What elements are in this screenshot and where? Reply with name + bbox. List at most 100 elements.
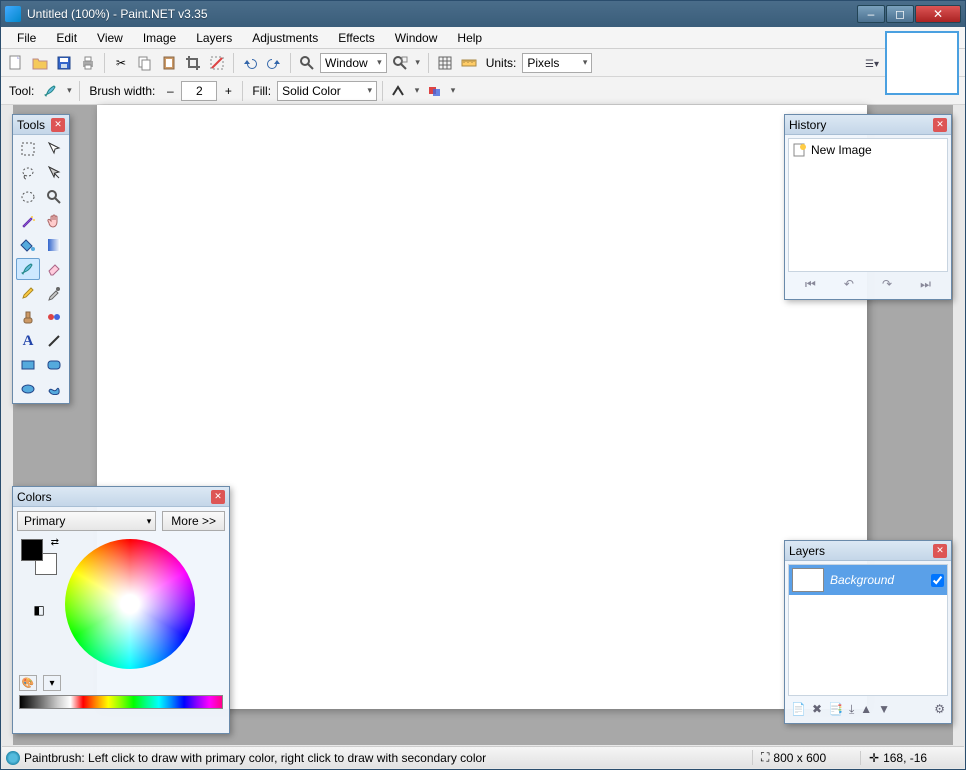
more-button[interactable]: More >>	[162, 511, 225, 531]
redo-button[interactable]	[263, 52, 285, 74]
layer-row[interactable]: Background	[789, 565, 947, 595]
zoom-dropdown-icon[interactable]: ▾	[413, 57, 423, 68]
history-last-icon[interactable]: ⏭	[920, 277, 931, 292]
layers-panel-close[interactable]: ✕	[933, 544, 947, 558]
brush-decrease-button[interactable]: –	[161, 80, 179, 102]
menu-view[interactable]: View	[87, 28, 133, 48]
history-undo-icon[interactable]: ↶	[844, 277, 854, 292]
tool-text[interactable]: A	[16, 330, 40, 352]
layer-props-icon[interactable]: ⚙	[934, 702, 945, 717]
brush-width-label: Brush width:	[85, 84, 159, 98]
history-item[interactable]: New Image	[791, 141, 945, 159]
tool-ellipse[interactable]	[16, 378, 40, 400]
menu-edit[interactable]: Edit	[46, 28, 87, 48]
tool-dropdown-icon[interactable]: ▾	[64, 85, 74, 96]
tool-freeform[interactable]	[42, 378, 66, 400]
maximize-button[interactable]: ◻	[886, 5, 914, 23]
color-mode-combo[interactable]: Primary	[17, 511, 156, 531]
tool-clone[interactable]	[16, 306, 40, 328]
menu-help[interactable]: Help	[447, 28, 492, 48]
tool-rounded-rect[interactable]	[42, 354, 66, 376]
layer-duplicate-icon[interactable]: 📑	[828, 702, 843, 717]
history-panel-close[interactable]: ✕	[933, 118, 947, 132]
tools-panel[interactable]: Tools✕ A	[12, 114, 70, 404]
swap-colors-icon[interactable]: ⇄	[51, 537, 59, 548]
tool-ellipse-select[interactable]	[16, 186, 40, 208]
brush-increase-button[interactable]: +	[219, 80, 237, 102]
tool-rectangle[interactable]	[16, 354, 40, 376]
aa-dropdown-icon[interactable]: ▾	[412, 85, 422, 96]
zoom-actual-button[interactable]	[389, 52, 411, 74]
print-button[interactable]	[77, 52, 99, 74]
blend-dropdown-icon[interactable]: ▾	[448, 85, 458, 96]
minimize-button[interactable]: –	[857, 5, 885, 23]
color-wheel[interactable]	[65, 539, 195, 669]
copy-button[interactable]	[134, 52, 156, 74]
antialias-button[interactable]	[388, 80, 410, 102]
menu-image[interactable]: Image	[133, 28, 186, 48]
fg-color[interactable]	[21, 539, 43, 561]
blend-button[interactable]	[424, 80, 446, 102]
tool-line[interactable]	[42, 330, 66, 352]
colors-panel-close[interactable]: ✕	[211, 490, 225, 504]
thumbnail-list-icon[interactable]: ☰▾	[865, 59, 879, 70]
menu-layers[interactable]: Layers	[186, 28, 242, 48]
colors-panel[interactable]: Colors✕ Primary More >> ⇄ ◧ 🎨 ▾	[12, 486, 230, 734]
titlebar[interactable]: Untitled (100%) - Paint.NET v3.35 – ◻ ✕	[1, 1, 965, 27]
palette-menu-icon[interactable]: ▾	[43, 675, 61, 691]
layer-merge-icon[interactable]: ⤓	[849, 702, 854, 717]
brush-width-input[interactable]: 2	[181, 81, 217, 101]
tool-fill[interactable]	[16, 234, 40, 256]
tool-recolor[interactable]	[42, 306, 66, 328]
layers-panel[interactable]: Layers✕ Background 📄 ✖ 📑 ⤓ ▲ ▼ ⚙	[784, 540, 952, 724]
save-button[interactable]	[53, 52, 75, 74]
history-first-icon[interactable]: ⏮	[805, 277, 816, 292]
layer-add-icon[interactable]: 📄	[791, 702, 806, 717]
tool-lasso[interactable]	[16, 162, 40, 184]
paste-button[interactable]	[158, 52, 180, 74]
palette-strip[interactable]	[19, 695, 223, 709]
fill-combo[interactable]: Solid Color	[277, 81, 377, 101]
new-button[interactable]	[5, 52, 27, 74]
tool-move-pixels[interactable]	[42, 162, 66, 184]
image-thumbnail[interactable]	[885, 31, 959, 95]
layer-delete-icon[interactable]: ✖	[812, 702, 822, 717]
tool-gradient[interactable]	[42, 234, 66, 256]
wheel-picker[interactable]	[127, 601, 133, 607]
tool-magic-wand[interactable]	[16, 210, 40, 232]
tool-pan[interactable]	[42, 210, 66, 232]
menu-window[interactable]: Window	[385, 28, 448, 48]
close-button[interactable]: ✕	[915, 5, 961, 23]
fg-bg-swatch[interactable]: ⇄	[21, 539, 57, 575]
tool-color-picker[interactable]	[42, 282, 66, 304]
menu-adjustments[interactable]: Adjustments	[242, 28, 328, 48]
cut-button[interactable]: ✂	[110, 52, 132, 74]
palette-add-icon[interactable]: 🎨	[19, 675, 37, 691]
open-button[interactable]	[29, 52, 51, 74]
tool-rect-select[interactable]	[16, 138, 40, 160]
tool-move-selection[interactable]	[42, 138, 66, 160]
history-panel[interactable]: History✕ New Image ⏮ ↶ ↷ ⏭	[784, 114, 952, 300]
units-combo[interactable]: Pixels	[522, 53, 592, 73]
history-redo-icon[interactable]: ↷	[882, 277, 892, 292]
current-tool-icon[interactable]	[40, 80, 62, 102]
tool-zoom[interactable]	[42, 186, 66, 208]
zoom-combo[interactable]: Window	[320, 53, 387, 73]
deselect-button[interactable]	[206, 52, 228, 74]
layer-down-icon[interactable]: ▼	[878, 702, 890, 717]
layer-up-icon[interactable]: ▲	[860, 702, 872, 717]
menu-effects[interactable]: Effects	[328, 28, 384, 48]
tool-eraser[interactable]	[42, 258, 66, 280]
reset-colors-icon[interactable]: ◧	[33, 603, 44, 617]
ruler-button[interactable]	[458, 52, 480, 74]
layer-visible-checkbox[interactable]	[931, 574, 944, 587]
crop-button[interactable]	[182, 52, 204, 74]
tool-pencil[interactable]	[16, 282, 40, 304]
grid-button[interactable]	[434, 52, 456, 74]
tools-panel-close[interactable]: ✕	[51, 118, 65, 132]
zoom-button[interactable]	[296, 52, 318, 74]
tool-paintbrush[interactable]	[16, 258, 40, 280]
tool-label: Tool:	[5, 84, 38, 98]
menu-file[interactable]: File	[7, 28, 46, 48]
undo-button[interactable]	[239, 52, 261, 74]
